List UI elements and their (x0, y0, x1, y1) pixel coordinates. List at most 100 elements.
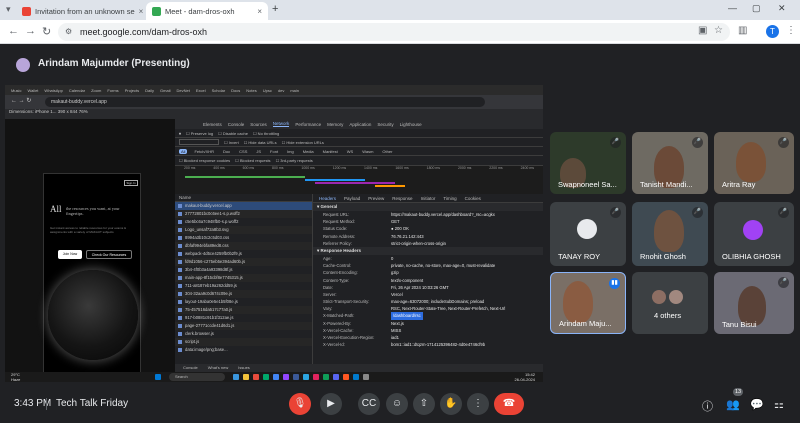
minimize-icon[interactable]: — (728, 3, 737, 13)
header-key: Strict-Transport-Security: (323, 299, 370, 305)
header-value: 0 (391, 255, 394, 261)
request-row: 8994a3b10c2c5d03.css (175, 234, 312, 242)
participant-tile[interactable]: OLIBHIA GHOSH 🎤 (714, 202, 794, 266)
header-key: Referrer Policy: (323, 240, 352, 246)
participant-tile-speaking[interactable]: Arindam Maju... ▮▮ (550, 272, 626, 334)
header-key: X-Vercel-Execution-Region: (323, 335, 375, 340)
site-info-icon[interactable]: ⚙ (65, 27, 72, 36)
raise-hand-icon[interactable]: ✋ (440, 393, 462, 415)
others-tile[interactable]: 4 others (632, 272, 708, 334)
tab-meet[interactable]: Meet - dam-dros-oxh × (146, 2, 268, 20)
extensions-icon[interactable]: ▥ (738, 25, 747, 36)
header-row: Request URL: https://makaut-buddy.vercel.… (313, 211, 543, 218)
back-icon[interactable]: ← (8, 25, 19, 37)
hangup-icon[interactable]: ☎ (494, 393, 524, 415)
chat-icon[interactable]: 💬 (750, 398, 764, 411)
participant-tile[interactable]: Rnohit Ghosh 🎤 (632, 202, 708, 266)
shared-screen: Music Wallet WhatsApp Calendar Zoom Forms Proj… (5, 85, 543, 382)
tab-search-icon[interactable]: ▾ (6, 4, 11, 15)
close-icon[interactable]: × (139, 7, 144, 16)
console-drawer-tabs: Console What's new Issues (175, 364, 543, 372)
request-row: layout-19aba0e5e1b5f08e.js (175, 298, 312, 306)
header-value: ● 200 OK (391, 226, 409, 232)
bookmark-item: Wallet (27, 87, 39, 93)
bookmark-item: Music (11, 87, 22, 93)
timeline-bar (375, 185, 405, 187)
timeline-tick: 2400 ms (520, 166, 534, 170)
request-row: script.js (175, 338, 312, 346)
participant-tile[interactable]: Tanu Bisui 🎤 (714, 272, 794, 334)
reload-icon[interactable]: ↻ (42, 25, 51, 38)
participant-name: OLIBHIA GHOSH (722, 252, 781, 261)
camera-icon[interactable]: ▶ (320, 393, 342, 415)
mic-off-icon: 🎤 (778, 137, 789, 148)
header-value: gzip (391, 270, 399, 276)
devtools-tabs: Elements Console Sources Network Performance… (175, 119, 543, 129)
request-row: makaut-buddy.vercel.app (175, 202, 312, 210)
people-icon[interactable]: 👥 (726, 398, 740, 411)
header-key: Cache-Control: (323, 263, 352, 269)
request-row: data:image/png;base... (175, 346, 312, 354)
header-key: Date: (323, 284, 334, 290)
bookmark-star-icon[interactable]: ☆ (714, 25, 723, 36)
menu-kebab-icon[interactable]: ⋮ (786, 25, 796, 36)
meeting-name: Tech Talk Friday (56, 398, 129, 409)
timeline-tick: 1200 ms (332, 166, 347, 170)
meet-icon (152, 6, 161, 16)
join-now-button: Join Now (58, 250, 82, 259)
devtools-tab: Sources (250, 121, 267, 127)
header-value: /dashboard/rsc (391, 312, 423, 320)
type-chip: Font (270, 148, 279, 154)
timeline-bar (305, 179, 365, 181)
filter-input (179, 139, 219, 145)
header-key: Remote Address: (323, 233, 356, 239)
participant-tile[interactable]: Swapnoneel Sa... 🎤 (550, 132, 626, 194)
activities-icon[interactable]: ⚏ (774, 398, 784, 411)
bookmark-item: dev (277, 87, 285, 93)
plus-icon[interactable]: + (272, 3, 278, 15)
participant-tile[interactable]: Aritra Ray 🎤 (714, 132, 794, 194)
taskbar-app-icon (323, 374, 329, 380)
info-icon[interactable]: ⓘ (702, 398, 713, 414)
header-row: Cache-Control: private, no-cache, no-stor… (313, 262, 543, 269)
participant-tile[interactable]: Tanisht Mandi... 🎤 (632, 132, 708, 194)
url-bar[interactable]: ⚙ meet.google.com/dam-dros-oxh (58, 23, 730, 41)
participant-tile[interactable]: TANAY ROY 🎤 (550, 202, 626, 266)
check-resources-button: Check Our Resources (86, 250, 132, 259)
timeline-bar (315, 182, 395, 184)
profile-avatar[interactable]: T (766, 25, 779, 38)
type-chip: All (179, 148, 188, 154)
header-value: strict-origin-when-cross-origin (391, 240, 446, 246)
emoji-icon[interactable]: ☺ (386, 393, 408, 415)
header-key: Vary: (323, 306, 333, 312)
bookmark-item: WhatsApp (44, 87, 63, 93)
timeline-tick: 1600 ms (395, 166, 409, 170)
weather-widget: 29°C Haze (11, 372, 21, 382)
console-tab: What's new (207, 365, 229, 370)
mic-off-icon[interactable]: 🎙 (289, 393, 311, 415)
header-row: Referrer Policy: strict-origin-when-cross… (313, 240, 543, 247)
bookmark-item: Gmail (160, 87, 171, 93)
more-icon[interactable]: ⋮ (467, 393, 489, 415)
present-icon[interactable]: ⇧ (413, 393, 435, 415)
devtools-tab: Performance (295, 121, 322, 127)
bookmark-item: Calendar (68, 87, 86, 93)
vscode-icon (353, 374, 359, 380)
taskbar-app-icon (363, 374, 369, 380)
captions-icon[interactable]: CC (358, 393, 380, 415)
type-chip: Media (302, 148, 314, 154)
taskbar-app-icon (313, 374, 319, 380)
window-close-icon[interactable]: ✕ (778, 3, 786, 14)
people-count-badge: 13 (733, 388, 743, 396)
mic-off-icon: 🎤 (692, 207, 703, 218)
camera-permission-icon[interactable]: ▣ (698, 25, 707, 36)
close-icon[interactable]: × (257, 7, 262, 16)
forward-icon[interactable]: → (25, 25, 36, 37)
tab-invitation[interactable]: Invitation from an unknown se × (16, 2, 144, 20)
maximize-icon[interactable]: ▢ (752, 3, 761, 14)
bookmarks-bar: Music Wallet WhatsApp Calendar Zoom Forms Proj… (5, 85, 543, 95)
network-options: ⏺ ☐ Preserve log ☐ Disable cache ☐ No throt… (175, 129, 543, 138)
taskbar-clock: 15:42 26-04-2024 (514, 372, 535, 382)
record-icon: ⏺ (179, 130, 181, 136)
console-tab: Issues (238, 365, 250, 370)
